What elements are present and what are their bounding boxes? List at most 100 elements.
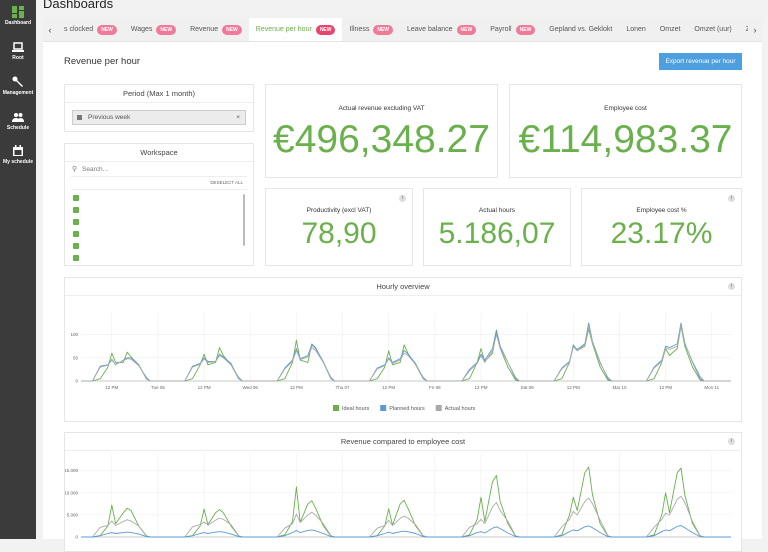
legend-swatch xyxy=(435,405,442,411)
sidebar-item-schedule[interactable]: Schedule xyxy=(0,111,36,131)
sidebar-item-label: Schedule xyxy=(6,125,30,131)
chevron-right-icon[interactable]: › xyxy=(748,25,762,35)
sidebar-item-root[interactable]: Root xyxy=(0,41,36,61)
workspace-checkbox[interactable] xyxy=(73,255,79,261)
tab-label: Gepland vs. Geklokt xyxy=(549,26,613,33)
sidebar-item-my-schedule[interactable]: My schedule xyxy=(0,145,36,165)
tab[interactable]: Revenue NEW xyxy=(183,18,249,41)
series-line xyxy=(81,322,731,382)
x-tick-label: 12 PM xyxy=(659,385,672,390)
kpi-value: €496,348.27 xyxy=(273,118,490,161)
new-badge: NEW xyxy=(315,24,336,35)
kpi-employee-cost: Employee cost €114,983.37 xyxy=(509,84,742,178)
x-tick-label: Wed 06 xyxy=(243,385,259,390)
tab[interactable]: Gepland vs. Geklokt xyxy=(542,18,619,41)
info-icon[interactable]: i xyxy=(728,438,735,445)
series-line xyxy=(81,324,731,382)
sidebar-item-management[interactable]: Management xyxy=(0,76,36,96)
workspace-checkbox[interactable] xyxy=(73,231,79,237)
x-tick-label: Tue 05 xyxy=(151,385,165,390)
export-button[interactable]: Export revenue per hour xyxy=(659,53,742,70)
tab[interactable]: Ziekte xyxy=(739,18,748,41)
info-icon[interactable]: i xyxy=(728,195,735,202)
tab[interactable]: s clocked NEW xyxy=(57,18,124,41)
workspace-checkbox[interactable] xyxy=(73,219,79,225)
y-tick-label: 100 xyxy=(70,332,78,337)
series-line xyxy=(81,525,731,538)
sidebar-item-label: Management xyxy=(2,90,34,96)
x-tick-label: 12 PM xyxy=(567,385,580,390)
revenue-vs-cost-card: Revenue compared to employee cost i 0 5.0… xyxy=(64,432,742,552)
new-badge: NEW xyxy=(456,24,477,35)
x-tick-label: Thu 07 xyxy=(336,385,351,390)
tab[interactable]: Payroll NEW xyxy=(483,18,542,41)
period-select[interactable]: Previous week × xyxy=(72,110,246,125)
new-badge: NEW xyxy=(222,24,242,35)
legend-label: Actual hours xyxy=(445,406,476,412)
kpi-value: 78,90 xyxy=(301,217,377,250)
dashboard-tabs: ‹ s clocked NEW Wages NEW Revenue NEW Revenue … xyxy=(43,18,762,42)
legend-swatch xyxy=(380,405,387,411)
deselect-all-button[interactable]: DESELECT ALL xyxy=(210,180,243,185)
x-tick-label: Mon 11 xyxy=(704,385,719,390)
search-input[interactable]: Search... xyxy=(82,166,108,173)
hourly-overview-chart: 0 50 100 12 PM Tue 05 12 PM Wed 06 12 PM Thu 07 1… xyxy=(70,313,731,412)
tab[interactable]: Lonen xyxy=(619,18,652,41)
period-card: Period (Max 1 month) Previous week × xyxy=(64,84,254,132)
hourly-overview-card: Hourly overview i 0 50 100 12 PM Tue 05 12 PM… xyxy=(64,277,742,422)
workspace-checkbox[interactable] xyxy=(73,243,79,249)
calendar-icon xyxy=(77,115,82,120)
kpi-label: Actual revenue excluding VAT xyxy=(338,105,425,112)
clear-icon[interactable]: × xyxy=(236,111,240,124)
workspace-checkbox[interactable] xyxy=(73,207,79,213)
tab-label: Revenue per hour xyxy=(255,26,312,33)
sidebar-item-dashboard[interactable]: Dashboard xyxy=(0,6,36,26)
tab[interactable]: Illness NEW xyxy=(342,18,400,41)
x-tick-label: Fri 08 xyxy=(429,385,441,390)
tab[interactable]: Omzet xyxy=(653,18,688,41)
tab[interactable]: Leave balance NEW xyxy=(400,18,483,41)
kpi-label: Actual hours xyxy=(478,207,516,214)
kpi-label: Employee cost xyxy=(604,105,647,112)
x-tick-label: 12 PM xyxy=(198,385,211,390)
sidebar-item-label: My schedule xyxy=(2,159,33,165)
tab[interactable]: Omzet (uur) xyxy=(687,18,738,41)
tab-label: Illness xyxy=(349,26,370,33)
tab[interactable]: Revenue per hour NEW xyxy=(248,18,343,41)
legend-label: Ideal hours xyxy=(342,406,369,412)
tab-label: s clocked xyxy=(64,26,94,33)
scrollbar[interactable] xyxy=(243,194,245,246)
sidebar-item-label: Dashboard xyxy=(4,20,32,26)
x-tick-label: 12 PM xyxy=(105,385,118,390)
wrench-icon xyxy=(12,76,23,87)
tab-label: Leave balance xyxy=(407,26,453,33)
series-line xyxy=(81,495,731,538)
kpi-value: 23.17% xyxy=(610,217,713,250)
legend-label: Planned hours xyxy=(389,406,425,412)
y-tick-label: 5.000 xyxy=(67,512,79,517)
x-tick-label: 12 PM xyxy=(382,385,395,390)
y-tick-label: 0 xyxy=(75,379,78,384)
kpi-employee-cost-pct: i Employee cost % 23.17% xyxy=(581,188,742,266)
new-badge: NEW xyxy=(515,24,536,35)
info-icon[interactable]: i xyxy=(399,195,406,202)
info-icon[interactable]: i xyxy=(728,283,735,290)
chart-title: Hourly overview xyxy=(65,278,741,296)
workspace-checkbox[interactable] xyxy=(73,195,79,201)
kpi-productivity: i Productivity (excl VAT) 78,90 xyxy=(265,188,413,266)
tab-label: Omzet xyxy=(659,26,681,33)
x-tick-label: Sat 09 xyxy=(521,385,535,390)
revenue-vs-cost-chart: 05.00010.00015.000 xyxy=(65,454,731,540)
new-badge: NEW xyxy=(373,24,393,35)
y-tick-label: 50 xyxy=(73,355,79,360)
search-icon: ⚲ xyxy=(72,166,78,173)
chevron-left-icon[interactable]: ‹ xyxy=(43,25,57,35)
kpi-actual-hours: Actual hours 5.186,07 xyxy=(423,188,571,266)
tab[interactable]: Wages NEW xyxy=(124,18,183,41)
x-tick-label: 12 PM xyxy=(290,385,303,390)
y-tick-label: 15.000 xyxy=(65,468,78,473)
kpi-value: 5.186,07 xyxy=(438,217,556,250)
workspace-search[interactable]: ⚲ Search... xyxy=(71,163,247,177)
page-title: Revenue per hour xyxy=(64,56,141,67)
series-line xyxy=(81,466,731,538)
